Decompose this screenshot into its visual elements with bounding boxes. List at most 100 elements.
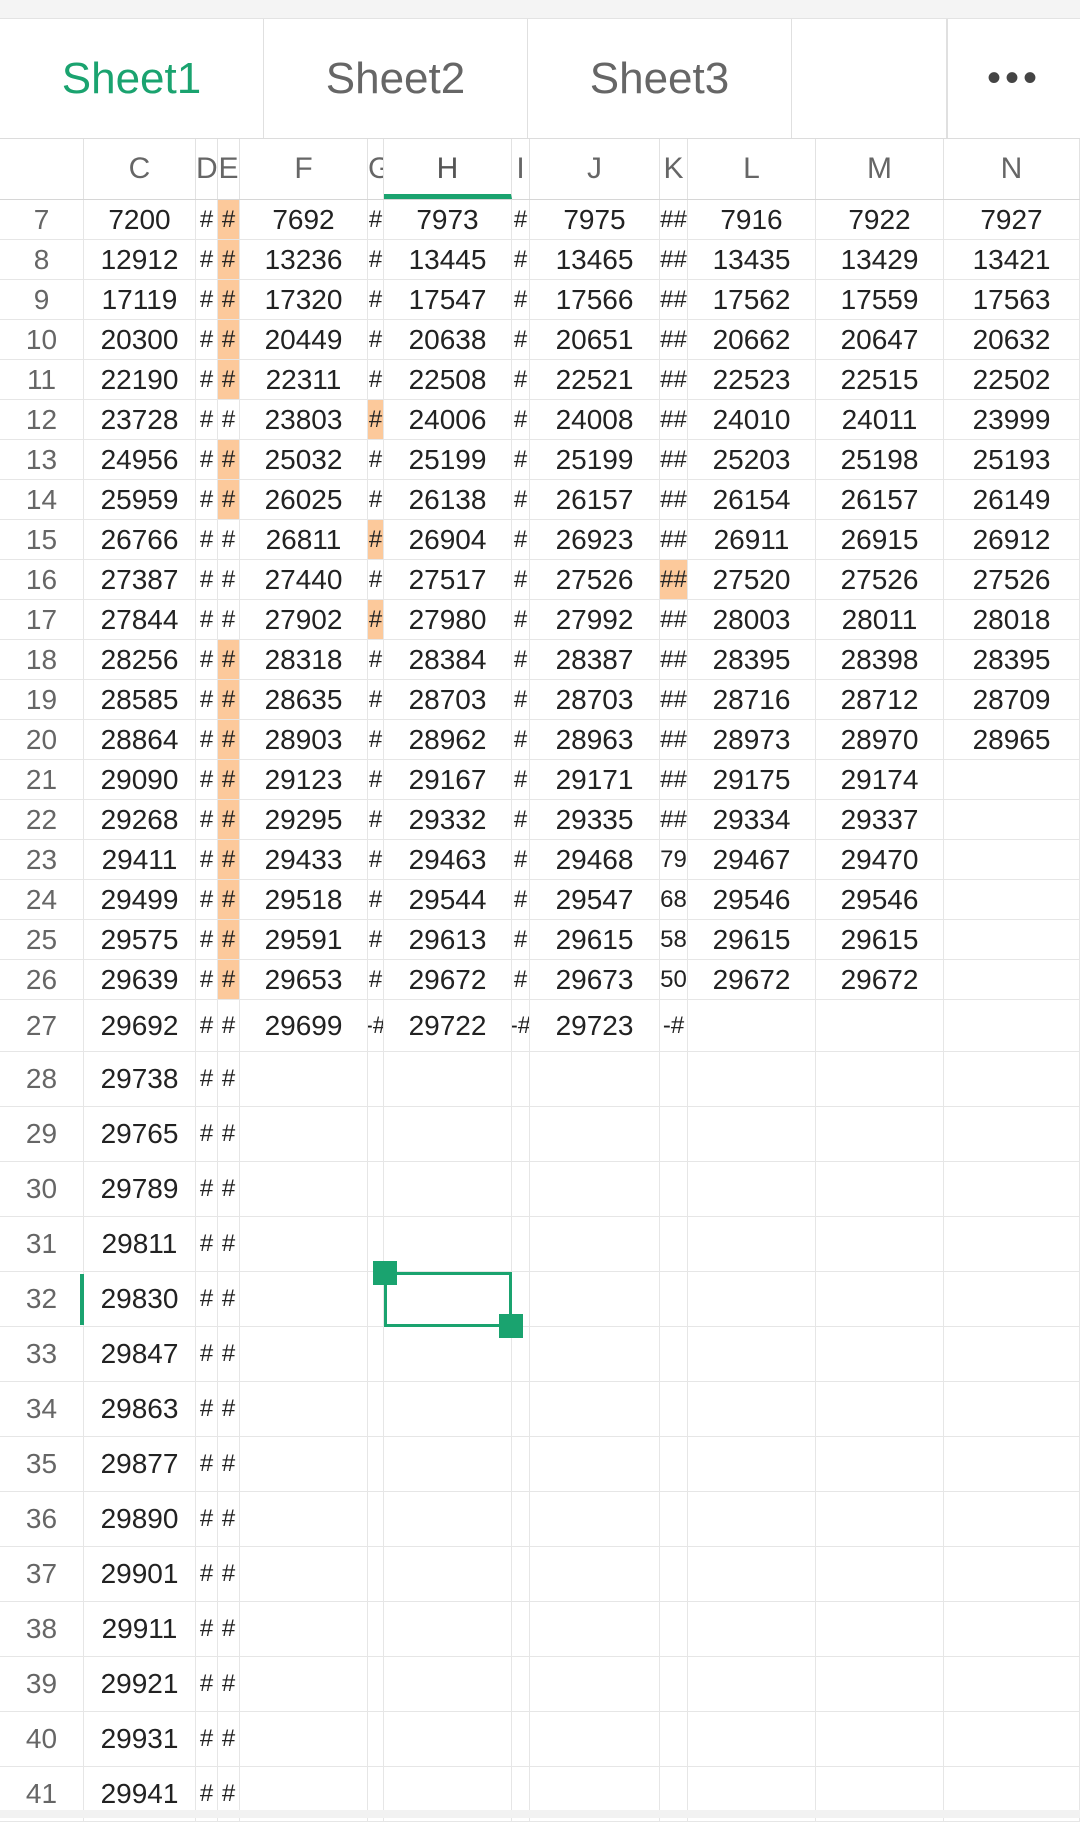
cell-e20[interactable]: #: [218, 720, 240, 759]
cell-d26[interactable]: #: [196, 960, 218, 999]
cell-e8[interactable]: #: [218, 240, 240, 279]
cell-m33[interactable]: [816, 1327, 944, 1381]
cell-k37[interactable]: [660, 1547, 688, 1601]
cell-m23[interactable]: 29470: [816, 840, 944, 879]
cell-f34[interactable]: [240, 1382, 368, 1436]
cell-f40[interactable]: [240, 1712, 368, 1766]
cell-l28[interactable]: [688, 1052, 816, 1106]
cell-n26[interactable]: [944, 960, 1080, 999]
cell-l13[interactable]: 25203: [688, 440, 816, 479]
cell-n35[interactable]: [944, 1437, 1080, 1491]
cell-j37[interactable]: [530, 1547, 660, 1601]
cell-h40[interactable]: [384, 1712, 512, 1766]
cell-l33[interactable]: [688, 1327, 816, 1381]
cell-n37[interactable]: [944, 1547, 1080, 1601]
selection-start-handle[interactable]: [373, 1261, 397, 1285]
cell-n33[interactable]: [944, 1327, 1080, 1381]
cell-c35[interactable]: 29877: [84, 1437, 196, 1491]
cell-g30[interactable]: [368, 1162, 384, 1216]
cell-j21[interactable]: 29171: [530, 760, 660, 799]
row-number[interactable]: 30: [0, 1162, 84, 1216]
row-number[interactable]: 35: [0, 1437, 84, 1491]
cell-i18[interactable]: #: [512, 640, 530, 679]
cell-j35[interactable]: [530, 1437, 660, 1491]
cell-i36[interactable]: [512, 1492, 530, 1546]
cell-m36[interactable]: [816, 1492, 944, 1546]
cell-c19[interactable]: 28585: [84, 680, 196, 719]
cell-j8[interactable]: 13465: [530, 240, 660, 279]
cell-m14[interactable]: 26157: [816, 480, 944, 519]
cell-c21[interactable]: 29090: [84, 760, 196, 799]
cell-h19[interactable]: 28703: [384, 680, 512, 719]
cell-j31[interactable]: [530, 1217, 660, 1271]
cell-f28[interactable]: [240, 1052, 368, 1106]
cell-j16[interactable]: 27526: [530, 560, 660, 599]
cell-n32[interactable]: [944, 1272, 1080, 1326]
column-header-h[interactable]: H: [384, 139, 512, 199]
corner-cell[interactable]: [0, 139, 84, 199]
cell-c32[interactable]: 29830: [84, 1272, 196, 1326]
cell-m9[interactable]: 17559: [816, 280, 944, 319]
cell-h36[interactable]: [384, 1492, 512, 1546]
cell-g16[interactable]: #: [368, 560, 384, 599]
column-header-m[interactable]: M: [816, 139, 944, 199]
cell-k40[interactable]: [660, 1712, 688, 1766]
cell-c14[interactable]: 25959: [84, 480, 196, 519]
cell-d37[interactable]: #: [196, 1547, 218, 1601]
cell-d9[interactable]: #: [196, 280, 218, 319]
row-number[interactable]: 16: [0, 560, 84, 599]
cell-d29[interactable]: #: [196, 1107, 218, 1161]
cell-i22[interactable]: #: [512, 800, 530, 839]
cell-d14[interactable]: #: [196, 480, 218, 519]
cell-m40[interactable]: [816, 1712, 944, 1766]
row-number[interactable]: 26: [0, 960, 84, 999]
cell-l26[interactable]: 29672: [688, 960, 816, 999]
cell-c17[interactable]: 27844: [84, 600, 196, 639]
cell-f30[interactable]: [240, 1162, 368, 1216]
cell-d38[interactable]: #: [196, 1602, 218, 1656]
cell-m13[interactable]: 25198: [816, 440, 944, 479]
cell-g33[interactable]: [368, 1327, 384, 1381]
cell-l21[interactable]: 29175: [688, 760, 816, 799]
cell-m10[interactable]: 20647: [816, 320, 944, 359]
cell-g23[interactable]: #: [368, 840, 384, 879]
cell-j33[interactable]: [530, 1327, 660, 1381]
cell-i16[interactable]: #: [512, 560, 530, 599]
row-number[interactable]: 23: [0, 840, 84, 879]
cell-c18[interactable]: 28256: [84, 640, 196, 679]
column-header-f[interactable]: F: [240, 139, 368, 199]
cell-n29[interactable]: [944, 1107, 1080, 1161]
cell-l10[interactable]: 20662: [688, 320, 816, 359]
cell-c30[interactable]: 29789: [84, 1162, 196, 1216]
cell-j23[interactable]: 29468: [530, 840, 660, 879]
row-number[interactable]: 15: [0, 520, 84, 559]
tab-sheet2[interactable]: Sheet2: [264, 19, 528, 138]
cell-g34[interactable]: [368, 1382, 384, 1436]
cell-l7[interactable]: 7916: [688, 200, 816, 239]
cell-m17[interactable]: 28011: [816, 600, 944, 639]
more-sheets-icon[interactable]: •••: [948, 19, 1080, 138]
row-number[interactable]: 17: [0, 600, 84, 639]
cell-c16[interactable]: 27387: [84, 560, 196, 599]
cell-f16[interactable]: 27440: [240, 560, 368, 599]
cell-l22[interactable]: 29334: [688, 800, 816, 839]
column-header-d[interactable]: D: [196, 139, 218, 199]
cell-f24[interactable]: 29518: [240, 880, 368, 919]
cell-i11[interactable]: #: [512, 360, 530, 399]
cell-n11[interactable]: 22502: [944, 360, 1080, 399]
cell-d31[interactable]: #: [196, 1217, 218, 1271]
cell-e40[interactable]: #: [218, 1712, 240, 1766]
cell-n40[interactable]: [944, 1712, 1080, 1766]
cell-f21[interactable]: 29123: [240, 760, 368, 799]
cell-n9[interactable]: 17563: [944, 280, 1080, 319]
cell-c25[interactable]: 29575: [84, 920, 196, 959]
cell-d8[interactable]: #: [196, 240, 218, 279]
cell-k25[interactable]: 58: [660, 920, 688, 959]
cell-l18[interactable]: 28395: [688, 640, 816, 679]
cell-m25[interactable]: 29615: [816, 920, 944, 959]
cell-g22[interactable]: #: [368, 800, 384, 839]
cell-i9[interactable]: #: [512, 280, 530, 319]
column-header-g[interactable]: G: [368, 139, 384, 199]
cell-j39[interactable]: [530, 1657, 660, 1711]
cell-k32[interactable]: [660, 1272, 688, 1326]
